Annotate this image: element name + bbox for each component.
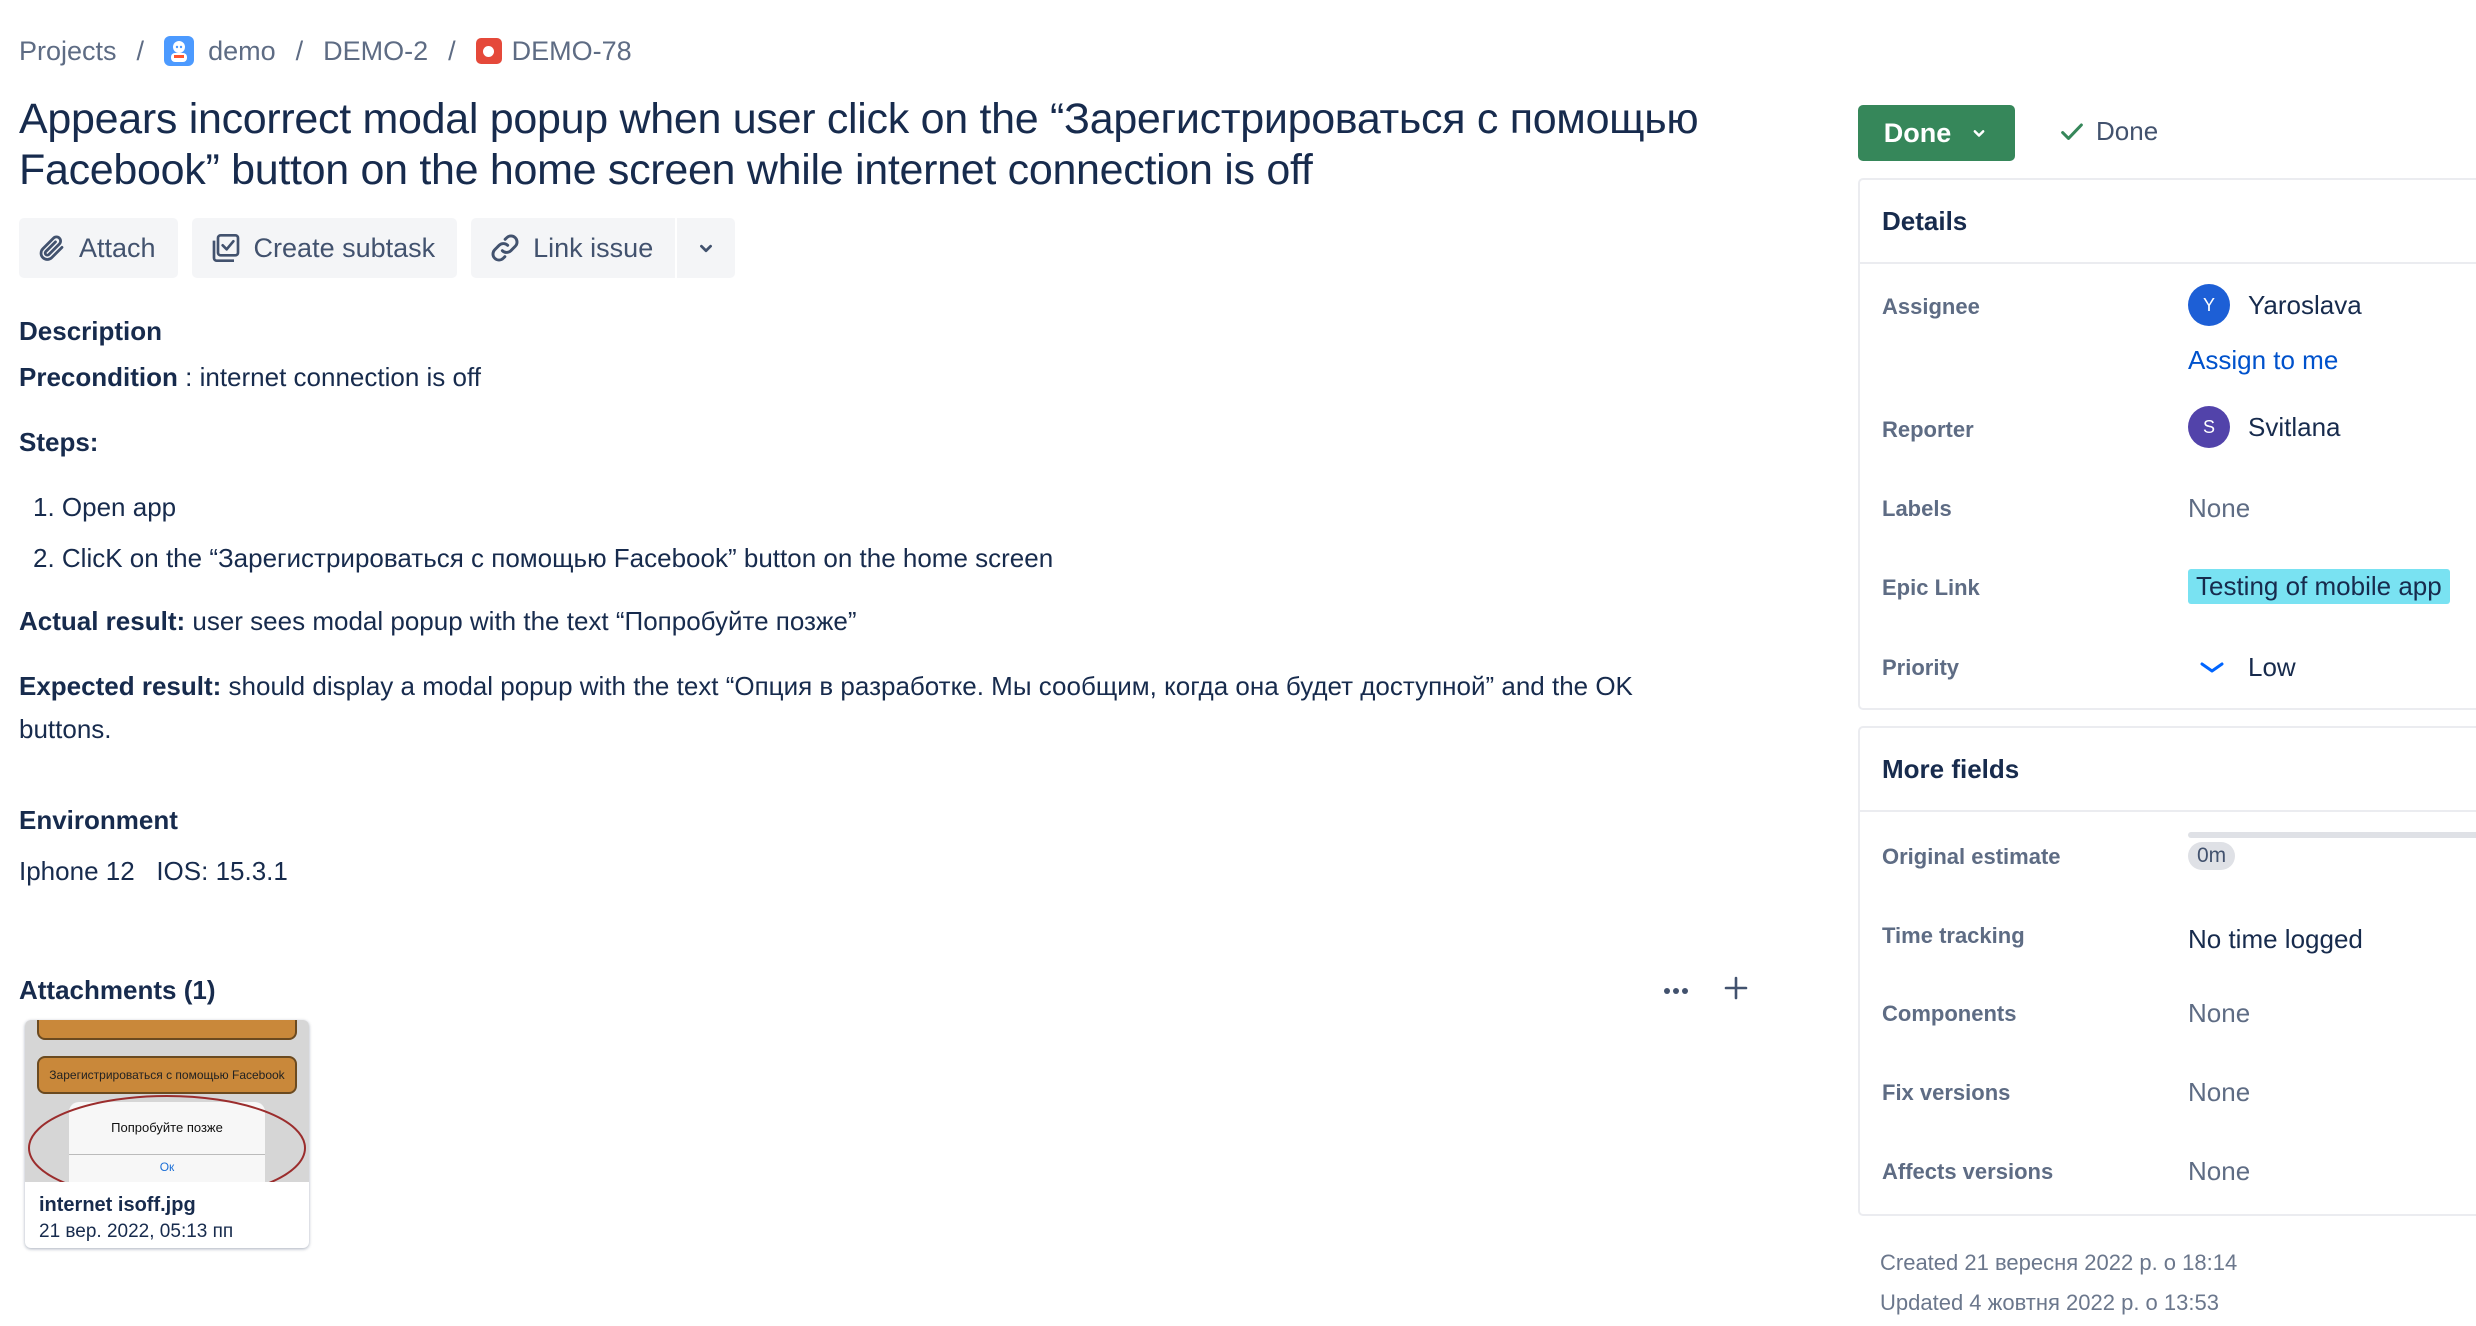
avatar: Y: [2188, 284, 2230, 326]
steps-label: Steps:: [19, 427, 99, 457]
avatar: S: [2188, 406, 2230, 448]
link-icon: [491, 234, 519, 262]
create-subtask-button[interactable]: Create subtask: [191, 218, 458, 278]
check-icon: [2061, 122, 2083, 140]
resolution: Done: [2058, 116, 2158, 147]
assignee-name: Yaroslava: [2248, 289, 2362, 320]
issue-title[interactable]: Appears incorrect modal popup when user …: [19, 94, 1759, 196]
assignee-value[interactable]: Y Yaroslava: [2188, 284, 2362, 326]
assign-to-me-link[interactable]: Assign to me: [2188, 345, 2338, 376]
breadcrumb-issue-label: DEMO-78: [511, 35, 632, 66]
description-heading: Description: [19, 316, 163, 346]
project-avatar-icon: [164, 36, 195, 66]
priority-label-text: Low: [2248, 652, 2296, 682]
time-tracking-label: Time tracking: [1882, 923, 2025, 948]
breadcrumb-separator: /: [448, 35, 456, 66]
components-value[interactable]: None: [2188, 998, 2250, 1029]
breadcrumb-projects[interactable]: Projects: [19, 36, 117, 67]
estimate-lozenge: 0m: [2188, 842, 2236, 870]
breadcrumb-separator: /: [295, 35, 304, 66]
expected-result-continuation: buttons.: [19, 714, 112, 744]
highlight-circle-icon: [28, 1095, 306, 1182]
attachment-meta: internet isoff.jpg 21 вер. 2022, 05:13 п…: [25, 1182, 309, 1243]
updated-timestamp: Updated 4 жовтня 2022 р. о 13:53: [1880, 1290, 2219, 1315]
fix-versions-value[interactable]: None: [2188, 1077, 2250, 1108]
more-actions-button[interactable]: [675, 218, 736, 278]
precondition-label: Precondition: [19, 362, 178, 392]
status-button[interactable]: Done: [1858, 105, 2015, 161]
priority-value[interactable]: Low: [2188, 652, 2296, 683]
expected-result-text: should display a modal popup with the te…: [221, 671, 1633, 701]
original-estimate-label: Original estimate: [1882, 844, 2061, 869]
breadcrumb-separator: /: [136, 35, 145, 66]
created-timestamp: Created 21 вересня 2022 р. о 18:14: [1880, 1250, 2238, 1275]
original-estimate-value[interactable]: 0m: [2188, 842, 2236, 870]
labels-value[interactable]: None: [2188, 493, 2250, 524]
reporter-name: Svitlana: [2248, 411, 2341, 442]
subtask-icon: [212, 234, 239, 262]
more-options-icon[interactable]: [1663, 982, 1689, 1000]
affects-versions-value[interactable]: None: [2188, 1156, 2250, 1187]
labels-label: Labels: [1882, 496, 1952, 521]
bug-icon: [475, 38, 502, 64]
attachment-date: 21 вер. 2022, 05:13 пп: [39, 1221, 234, 1242]
paperclip-icon: [39, 235, 64, 261]
more-fields-heading[interactable]: More fields: [1860, 728, 2476, 812]
environment-value: Iphone 12 IOS: 15.3.1: [19, 856, 288, 886]
reporter-label: Reporter: [1882, 417, 1974, 442]
breadcrumb-project[interactable]: demo: [164, 36, 276, 67]
reporter-value[interactable]: S Svitlana: [2188, 406, 2341, 448]
breadcrumb-project-label: demo: [208, 35, 276, 66]
actual-result-line: Actual result: user sees modal popup wit…: [19, 601, 856, 641]
details-panel: Details Assignee Y Yaroslava Assign to m…: [1858, 178, 2476, 710]
link-issue-button[interactable]: Link issue: [471, 218, 676, 278]
epic-lozenge[interactable]: Testing of mobile app: [2188, 569, 2450, 604]
priority-label: Priority: [1882, 655, 1960, 680]
fix-versions-label: Fix versions: [1882, 1080, 2011, 1105]
issue-toolbar: Attach Create subtask Link issue: [19, 218, 736, 278]
chevron-down-icon: [1973, 130, 1985, 137]
details-heading[interactable]: Details: [1860, 180, 2476, 264]
actual-result-text: user sees modal popup with the text “Поп…: [185, 606, 857, 636]
list-item: 1. Open app: [33, 492, 177, 522]
environment-heading: Environment: [19, 805, 178, 835]
affects-versions-label: Affects versions: [1882, 1159, 2054, 1184]
attachment-thumbnail: Зарегистрироваться с помощью Facebook По…: [25, 1020, 309, 1182]
actual-result-label: Actual result:: [19, 606, 186, 636]
attachments-actions: [1663, 975, 1749, 1006]
precondition-text: : internet connection is off: [177, 362, 481, 392]
attach-button[interactable]: Attach: [19, 218, 178, 278]
breadcrumb: Projects / demo / DEMO-2 / DEMO-78: [19, 32, 632, 70]
steps-heading: Steps:: [19, 422, 98, 462]
list-item: 2. ClicK on the “Зарегистрироваться с по…: [33, 543, 1054, 573]
attach-label: Attach: [79, 232, 156, 263]
more-fields-panel: More fields Original estimate 0m Time tr…: [1858, 726, 2476, 1216]
epic-link-label: Epic Link: [1882, 575, 1980, 600]
expected-result-line: Expected result: should display a modal …: [19, 666, 1633, 706]
chevron-down-icon: [700, 244, 713, 253]
expected-result-label: Expected result:: [19, 671, 222, 701]
add-attachment-icon[interactable]: [1723, 975, 1749, 1006]
precondition-line: Precondition : internet connection is of…: [19, 357, 481, 397]
attachment-name: internet isoff.jpg: [39, 1194, 196, 1216]
attachments-header: Attachments (1): [19, 975, 1749, 1006]
attachments-heading: Attachments (1): [19, 975, 216, 1005]
link-issue-label: Link issue: [533, 232, 654, 263]
priority-low-icon: [2200, 662, 2224, 672]
breadcrumb-parent-issue[interactable]: DEMO-2: [323, 36, 428, 67]
time-tracking-value[interactable]: No time logged: [2188, 924, 2363, 955]
time-tracking-bar[interactable]: [2188, 832, 2476, 838]
attachment-card[interactable]: Зарегистрироваться с помощью Facebook По…: [25, 1020, 309, 1248]
components-label: Components: [1882, 1001, 2017, 1026]
resolution-label: Done: [2096, 116, 2159, 146]
create-subtask-label: Create subtask: [253, 232, 436, 263]
assignee-label: Assignee: [1882, 294, 1980, 319]
epic-link-value[interactable]: Testing of mobile app: [2188, 569, 2450, 604]
breadcrumb-issue[interactable]: DEMO-78: [475, 35, 632, 67]
status-label: Done: [1883, 117, 1952, 148]
